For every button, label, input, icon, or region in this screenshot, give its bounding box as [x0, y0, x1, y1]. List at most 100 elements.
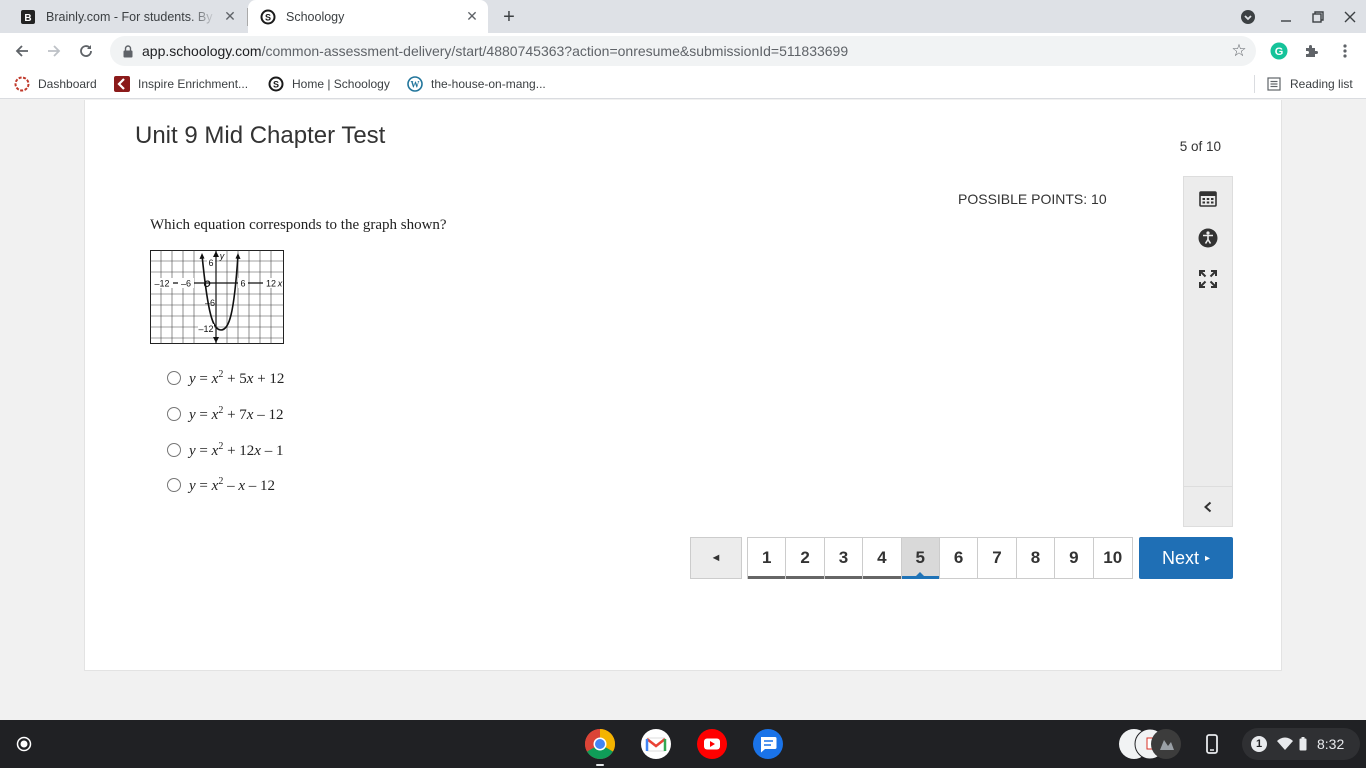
- youtube-icon[interactable]: [696, 728, 728, 760]
- accessibility-icon[interactable]: [1197, 227, 1219, 249]
- graph-x-label-6: 6: [240, 279, 245, 289]
- bookmarks-divider: [1254, 75, 1255, 93]
- graph-x-label-neg6: –6: [181, 279, 191, 289]
- wordpress-icon: W: [407, 76, 423, 92]
- close-tab-icon[interactable]: ✕: [222, 8, 238, 25]
- tab-title: Schoology: [286, 9, 345, 24]
- schoology-icon: S: [260, 9, 276, 25]
- svg-text:S: S: [265, 12, 271, 22]
- calendar-icon[interactable]: [1197, 187, 1219, 209]
- bookmark-label: the-house-on-mang...: [431, 77, 546, 91]
- next-arrow-icon: ▸: [1204, 552, 1211, 564]
- new-tab-icon[interactable]: +: [498, 6, 520, 28]
- bookmark-dashboard[interactable]: Dashboard: [14, 76, 97, 92]
- page-button-4[interactable]: 4: [863, 538, 902, 579]
- page-button-10[interactable]: 10: [1093, 538, 1132, 578]
- svg-text:B: B: [24, 13, 31, 24]
- radio-button[interactable]: [167, 478, 181, 492]
- page-button-8[interactable]: 8: [1016, 538, 1056, 578]
- graph-x-label-neg12: –12: [154, 279, 169, 289]
- status-area[interactable]: 1 8:32: [1242, 728, 1360, 760]
- graph-y-label-6: 6: [208, 258, 213, 268]
- shelf: 1 8:32: [0, 720, 1366, 768]
- address-bar[interactable]: app.schoology.com/common-assessment-deli…: [110, 36, 1256, 66]
- page-button-5[interactable]: 5: [901, 538, 940, 579]
- choice-equation: y = x2 – x – 12: [189, 475, 275, 494]
- choice-equation: y = x2 + 12x – 1: [189, 440, 284, 459]
- page-button-7[interactable]: 7: [978, 538, 1017, 578]
- bookmarks-bar: Dashboard Inspire Enrichment... S Home |…: [0, 69, 1366, 99]
- question-pager: 1 2 3 4 5 6 7 8 9 10: [747, 537, 1133, 579]
- fullscreen-icon[interactable]: [1197, 268, 1219, 290]
- messages-icon[interactable]: [752, 728, 784, 760]
- possible-points: POSSIBLE POINTS: 10: [958, 191, 1107, 207]
- tab-search-icon[interactable]: [1232, 0, 1264, 33]
- page-button-1[interactable]: 1: [748, 538, 787, 579]
- reload-icon[interactable]: [71, 36, 101, 66]
- minimize-icon[interactable]: [1270, 0, 1302, 33]
- previous-page-button[interactable]: ◄: [690, 537, 742, 579]
- active-app-indicator: [596, 764, 604, 766]
- browser-toolbar: app.schoology.com/common-assessment-deli…: [0, 33, 1366, 69]
- battery-icon: [1299, 737, 1307, 751]
- bookmark-schoology-home[interactable]: S Home | Schoology: [268, 76, 390, 92]
- collapse-chevron-icon[interactable]: [1197, 496, 1219, 518]
- bookmark-label: Inspire Enrichment...: [138, 77, 249, 91]
- bookmark-inspire[interactable]: Inspire Enrichment...: [114, 76, 248, 92]
- chrome-menu-icon[interactable]: [1336, 42, 1354, 60]
- next-button[interactable]: Next ▸: [1139, 537, 1233, 579]
- forward-icon[interactable]: [39, 36, 69, 66]
- close-window-icon[interactable]: [1334, 0, 1366, 33]
- graph-y-label-neg12: –12: [198, 324, 213, 334]
- page-button-9[interactable]: 9: [1055, 538, 1094, 578]
- page-button-3[interactable]: 3: [824, 538, 864, 579]
- restore-icon[interactable]: [1302, 0, 1334, 33]
- bookmark-star-icon[interactable]: ☆: [1230, 41, 1248, 60]
- page-button-2[interactable]: 2: [786, 538, 825, 579]
- page-button-6[interactable]: 6: [939, 538, 979, 578]
- phone-hub-icon[interactable]: [1196, 728, 1228, 760]
- chrome-icon[interactable]: [584, 728, 616, 760]
- schoology-icon: S: [268, 76, 284, 92]
- bookmark-house-on-mango[interactable]: W the-house-on-mang...: [407, 76, 546, 92]
- answer-choice[interactable]: y = x2 + 5x + 12: [167, 368, 284, 388]
- tab-schoology[interactable]: S Schoology ✕: [248, 0, 488, 33]
- graph-x-label-12: 12: [266, 279, 276, 289]
- graph-y-label-neg6: –6: [205, 298, 215, 308]
- reading-list-label: Reading list: [1290, 77, 1353, 91]
- close-tab-icon[interactable]: ✕: [464, 8, 480, 25]
- tools-panel: [1183, 176, 1233, 527]
- choice-equation: y = x2 + 5x + 12: [189, 368, 285, 387]
- extensions-puzzle-icon[interactable]: [1303, 42, 1321, 60]
- svg-text:G: G: [1275, 46, 1284, 58]
- graph-y-axis-label: y: [219, 251, 225, 261]
- radio-button[interactable]: [167, 371, 181, 385]
- answer-choice[interactable]: y = x2 + 12x – 1: [167, 440, 283, 460]
- grammarly-icon[interactable]: G: [1270, 42, 1288, 60]
- brainly-icon: B: [20, 9, 36, 25]
- page-title: Unit 9 Mid Chapter Test: [135, 122, 386, 149]
- lock-icon[interactable]: [122, 44, 134, 58]
- graph-x-axis-label: x: [277, 279, 283, 289]
- svg-text:W: W: [411, 80, 420, 90]
- answer-choice[interactable]: y = x2 + 7x – 12: [167, 404, 283, 424]
- radio-button[interactable]: [167, 443, 181, 457]
- question-text: Which equation corresponds to the graph …: [150, 217, 447, 233]
- launcher-icon[interactable]: [8, 728, 40, 760]
- gmail-icon[interactable]: [640, 728, 672, 760]
- reading-list-button[interactable]: Reading list: [1266, 76, 1353, 92]
- dashboard-icon: [14, 76, 30, 92]
- choice-equation: y = x2 + 7x – 12: [189, 404, 284, 423]
- tab-brainly[interactable]: B Brainly.com - For students. By st ✕: [10, 0, 246, 33]
- answer-choice[interactable]: y = x2 – x – 12: [167, 475, 275, 495]
- notification-count-badge: 1: [1251, 736, 1267, 752]
- assessment-card: Unit 9 Mid Chapter Test 5 of 10 POSSIBLE…: [84, 100, 1282, 671]
- inspire-icon: [114, 76, 130, 92]
- tab-strip: B Brainly.com - For students. By st ✕ S …: [0, 0, 1366, 33]
- wifi-icon: [1277, 737, 1293, 751]
- holding-space-tray[interactable]: [1118, 728, 1182, 760]
- bookmark-label: Home | Schoology: [292, 77, 390, 91]
- back-icon[interactable]: [7, 36, 37, 66]
- svg-text:S: S: [273, 80, 279, 90]
- radio-button[interactable]: [167, 407, 181, 421]
